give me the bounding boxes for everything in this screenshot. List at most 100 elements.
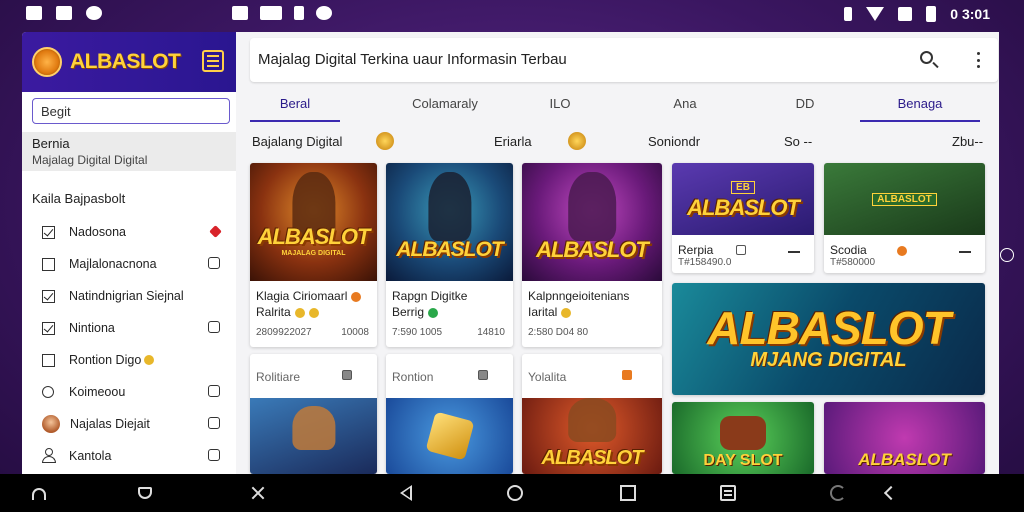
sidebar-active-item[interactable]: Bernia Majalag Digital Digital <box>22 132 236 171</box>
brand-logo-icon <box>32 47 62 77</box>
sidebar-item-majlalonacnona[interactable]: Majlalonacnona <box>22 248 236 280</box>
more-vert-icon[interactable] <box>977 52 981 68</box>
game-card[interactable]: ALBASLOT Kalpnngeioitenians Iarital 2:58… <box>522 163 662 347</box>
gear-icon <box>208 321 220 333</box>
coin-icon <box>376 132 394 150</box>
sidebar-item-nadosona[interactable]: Nadosona <box>22 216 236 248</box>
filter-label-3[interactable]: Soniondr <box>648 134 700 149</box>
game-card[interactable]: ALBASLOT MAJALAG DIGITAL Klagia Ciriomaa… <box>250 163 377 347</box>
banner-logo: ALBASLOT <box>707 302 950 354</box>
menu-icon[interactable] <box>202 50 224 72</box>
page-title: Majalag Digital Terkina uaur Informasin … <box>258 51 567 68</box>
sidebar-item-natindnigrian[interactable]: Natindnigrian Siejnal <box>22 280 236 312</box>
card-title: Rerpia <box>678 243 714 257</box>
tab-colamaraly[interactable]: Colamaraly <box>390 86 500 122</box>
document-icon[interactable] <box>720 485 736 501</box>
character-image <box>291 405 336 450</box>
person-icon <box>42 448 56 464</box>
game-card-image: ALBASLOT <box>522 163 662 281</box>
game-card[interactable]: Rontion <box>386 354 513 474</box>
sidebar-item-rontion-digo[interactable]: Rontion Digo <box>22 344 236 376</box>
home-arch-icon[interactable] <box>32 488 46 500</box>
game-logo: ALBASLOT <box>687 195 800 220</box>
battery-saver-icon <box>260 6 282 20</box>
location-icon <box>86 6 102 20</box>
game-card-small[interactable]: EB ALBASLOT Rerpia T#158490.0 <box>672 163 814 273</box>
bluetooth-icon <box>844 7 853 21</box>
card-title: Yolalita <box>528 370 567 384</box>
minus-icon[interactable] <box>959 251 971 253</box>
app-bar: Majalag Digital Terkina uaur Informasin … <box>250 38 998 82</box>
tab-dd[interactable]: DD <box>780 86 830 122</box>
game-logo: DAY SLOT <box>703 452 783 469</box>
hand-icon <box>208 385 220 397</box>
sidebar-search-input[interactable]: Begit <box>32 98 230 124</box>
coin-icon <box>568 132 586 150</box>
coin-stack-image <box>425 411 474 461</box>
tab-ana[interactable]: Ana <box>660 86 710 122</box>
heart-icon <box>209 225 222 238</box>
tab-bar: Beral Colamaraly ILO Ana DD Benaga <box>250 86 998 122</box>
back-icon[interactable] <box>400 485 412 501</box>
filter-label-2[interactable]: Eriarla <box>494 134 532 149</box>
home-button[interactable] <box>507 485 523 501</box>
tab-beral[interactable]: Beral <box>250 86 340 122</box>
game-card[interactable]: ALBASLOT <box>824 402 985 474</box>
sidebar-item-label: Koimeoou <box>69 385 126 399</box>
game-card-image: ALBASLOT MAJALAG DIGITAL <box>250 163 377 281</box>
sidebar-item-nintiona[interactable]: Nintiona <box>22 312 236 344</box>
recents-button[interactable] <box>620 485 636 501</box>
sidebar-active-subtitle: Majalag Digital Digital <box>32 153 148 167</box>
chevron-left-icon[interactable] <box>883 485 899 501</box>
share-icon <box>208 257 220 269</box>
sidebar-item-koimeoou[interactable]: Koimeoou <box>22 376 236 408</box>
sidebar-item-kantola[interactable]: Kantola <box>22 440 236 472</box>
card-meta: 2:580 D04 80 <box>528 327 589 338</box>
character-image <box>427 172 472 241</box>
tab-ilo[interactable]: ILO <box>530 86 590 122</box>
game-logo: ALBASLOT <box>541 446 644 469</box>
brand-header: ALBASLOT <box>22 32 236 92</box>
coin-icon <box>144 355 155 365</box>
minus-icon[interactable] <box>788 251 800 253</box>
game-card-image <box>250 398 377 474</box>
sidebar-item-najalas[interactable]: Najalas Diejait <box>22 408 236 440</box>
filter-label-5[interactable]: Zbu-- <box>952 134 983 149</box>
search-icon[interactable] <box>920 51 933 64</box>
tab-benaga[interactable]: Benaga <box>860 86 980 122</box>
filter-row: Bajalang Digital Eriarla Soniondr So -- … <box>236 128 999 156</box>
shield-icon[interactable] <box>138 487 152 499</box>
barrel-image <box>720 416 766 450</box>
game-card[interactable]: ALBASLOT Rapgn Digitke Berrig 7:590 1005… <box>386 163 513 347</box>
card-meta: 7:590 1005 <box>392 327 443 338</box>
refresh-icon[interactable] <box>830 485 846 501</box>
checkbox-checked-icon <box>42 321 55 335</box>
character-image <box>568 172 616 241</box>
promo-banner[interactable]: ALBASLOT MJANG DIGITAL <box>672 283 985 395</box>
game-badge: ALBASLOT <box>872 192 937 206</box>
notification-icon <box>56 6 72 20</box>
filter-label-1[interactable]: Bajalang Digital <box>252 134 342 149</box>
close-icon[interactable] <box>250 485 266 501</box>
checkbox-checked-icon <box>42 289 55 303</box>
game-card[interactable]: Rolitiare <box>250 354 377 474</box>
side-handle-icon[interactable] <box>1000 248 1014 262</box>
game-card-small[interactable]: ALBASLOT Scodia T#580000 <box>824 163 985 273</box>
game-badge: EB <box>731 181 755 194</box>
sidebar-section-title: Kaila Bajpasbolt <box>32 191 126 206</box>
game-card[interactable]: Yolalita ALBASLOT <box>522 354 662 474</box>
sidebar: ALBASLOT Begit Bernia Majalag Digital Di… <box>22 32 236 474</box>
card-subtitle: Ralrita <box>256 305 319 319</box>
card-title: Rolitiare <box>256 370 301 384</box>
filter-label-4[interactable]: So -- <box>784 134 812 149</box>
checkbox-icon <box>42 353 55 367</box>
brand-name: ALBASLOT <box>70 50 181 73</box>
battery-icon <box>926 6 937 22</box>
status-bar: 0 3:01 <box>0 0 1024 30</box>
game-card-image: ALBASLOT <box>824 163 985 235</box>
card-title: Rontion <box>392 370 434 384</box>
game-sublogo: MAJALAG DIGITAL <box>281 249 346 257</box>
chart-icon <box>342 370 352 380</box>
home-icon <box>736 245 746 255</box>
game-card[interactable]: DAY SLOT <box>672 402 814 474</box>
